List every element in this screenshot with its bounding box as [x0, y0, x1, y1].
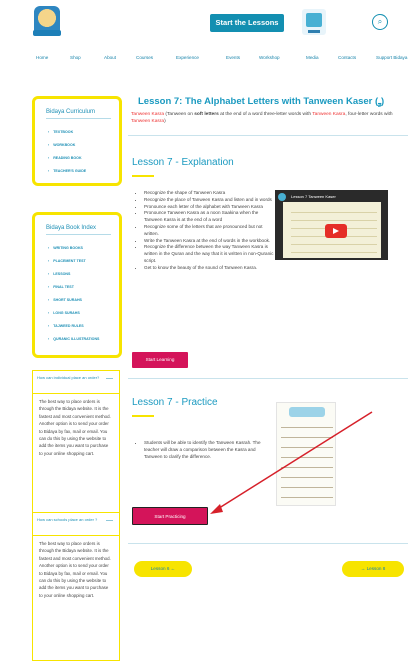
curriculum-item[interactable]: TEACHER'S GUIDE — [48, 165, 119, 178]
start-learning-button[interactable]: Start Learning — [132, 352, 188, 368]
index-item[interactable]: PLACEMENT TEST — [48, 255, 119, 268]
next-lesson-label: Lesson 8 — [366, 566, 386, 571]
channel-avatar — [278, 193, 286, 201]
page-title: Lesson 7: The Alphabet Letters with Tanw… — [138, 96, 385, 107]
faq-question-text: How can individual place an order? — [37, 375, 100, 380]
subtitle-term: Tanween Kasra — [312, 112, 346, 117]
nav-courses[interactable]: Courses — [136, 55, 153, 60]
site-header: Start the Lessons ⌕ Home Shop About Cour… — [0, 0, 414, 68]
start-lessons-button[interactable]: Start the Lessons — [210, 14, 284, 32]
explanation-bullets: Recognize the shape of Tanween Kasra Rec… — [138, 190, 274, 272]
logo-band — [33, 30, 61, 36]
explanation-heading: Lesson 7 - Explanation — [132, 157, 234, 168]
page-subtitle: Tanween Kasra (Tanween on soft letters a… — [131, 111, 407, 125]
practice-worksheet — [276, 402, 336, 506]
index-item[interactable]: TAJWEED RULES — [48, 320, 119, 333]
curriculum-box: Bidaya Curriculum TEXTBOOK WORKBOOK READ… — [32, 96, 122, 186]
nav-workshop[interactable]: Workshop — [259, 55, 280, 60]
subtitle-term: Tanween Kasra — [131, 119, 165, 124]
index-item[interactable]: QURANIC ILLUSTRATIONS — [48, 333, 119, 346]
divider — [128, 378, 408, 379]
video-title: Lesson 7 Tanween Kaser — [291, 194, 336, 199]
book-index-title: Bidaya Book Index — [46, 225, 97, 231]
faq-answer: The best way to place orders is through … — [32, 536, 120, 661]
heading-underline — [132, 175, 154, 177]
play-icon[interactable] — [325, 224, 347, 238]
index-item[interactable]: LONG SURAHS — [48, 307, 119, 320]
next-lesson-button[interactable]: → Lesson 8 — [342, 561, 404, 577]
index-item[interactable]: FINAL TEST — [48, 281, 119, 294]
nav-about[interactable]: About — [104, 55, 116, 60]
subtitle-text: at the end of a word three-letter words … — [218, 112, 313, 117]
practice-bullets: Students will be able to identify the Ta… — [138, 440, 264, 460]
divider — [128, 135, 408, 136]
index-item[interactable]: WRITING BOOKS — [48, 242, 119, 255]
bullet-item: Write the Tanween Kasra at the end of wo… — [144, 238, 274, 245]
bullet-item: Pronounce Tanween Kasra as a noon Saakin… — [144, 210, 274, 224]
start-practicing-button[interactable]: Start Practicing — [132, 507, 208, 525]
index-item[interactable]: SHORT SURAHS — [48, 294, 119, 307]
nav-events[interactable]: Events — [226, 55, 240, 60]
bullet-item: Recognize the shape of Tanween Kasra — [144, 190, 274, 197]
nav-shop[interactable]: Shop — [70, 55, 81, 60]
lesson-video[interactable]: Lesson 7 Tanween Kaser — [275, 190, 388, 260]
nav-experience[interactable]: Experience — [176, 55, 199, 60]
index-item[interactable]: LESSONS — [48, 268, 119, 281]
nav-contacts[interactable]: Contacts — [338, 55, 356, 60]
collapse-icon[interactable]: — — [106, 375, 113, 382]
arrow-left-icon: ← — [170, 566, 176, 571]
video-thumbnail — [283, 202, 381, 258]
bullet-item: Pronounce each letter of the alphabet wi… — [144, 204, 274, 211]
main-nav: Home Shop About Courses Experience Event… — [0, 53, 414, 65]
subtitle-text: , four-letter words with — [345, 112, 393, 117]
cart-icon[interactable] — [302, 9, 326, 35]
curriculum-title: Bidaya Curriculum — [46, 109, 96, 115]
faq-question[interactable]: How can schools place an order ? — — [32, 512, 120, 536]
bullet-item: Recognize the place of Tanween Kasra and… — [144, 197, 274, 204]
subtitle-bold: soft letters — [194, 112, 219, 117]
subtitle-text: ) — [164, 119, 166, 124]
worksheet-header — [289, 407, 325, 417]
subtitle-term: Tanween Kasra — [131, 112, 165, 117]
faq-question-text: How can schools place an order ? — [37, 517, 98, 522]
search-icon[interactable]: ⌕ — [372, 14, 388, 30]
nav-home[interactable]: Home — [36, 55, 48, 60]
curriculum-item[interactable]: READING BOOK — [48, 152, 119, 165]
bullet-item: Get to know the beauty of the sound of T… — [144, 265, 274, 272]
bullet-item: Recognize some of the letters that are p… — [144, 224, 274, 238]
bullet-item: Students will be able to identify the Ta… — [144, 440, 264, 460]
heading-underline — [132, 415, 154, 417]
faq-question[interactable]: How can individual place an order? — — [32, 370, 120, 394]
faq-item: How can schools place an order ? — The b… — [32, 512, 120, 661]
arrow-right-icon: → — [360, 566, 366, 571]
curriculum-item[interactable]: TEXTBOOK — [48, 126, 119, 139]
practice-heading: Lesson 7 - Practice — [132, 397, 218, 408]
nav-media[interactable]: Media — [306, 55, 319, 60]
faq-answer: The best way to place orders is through … — [32, 394, 120, 528]
prev-lesson-label: Lesson 6 — [150, 566, 170, 571]
curriculum-item[interactable]: WORKBOOK — [48, 139, 119, 152]
collapse-icon[interactable]: — — [106, 517, 113, 524]
subtitle-text: (Tanween on — [164, 112, 195, 117]
bullet-item: Recognize the difference between the way… — [144, 244, 274, 264]
faq-item: How can individual place an order? — The… — [32, 370, 120, 528]
prev-lesson-button[interactable]: Lesson 6 ← — [134, 561, 192, 577]
book-index-box: Bidaya Book Index WRITING BOOKS PLACEMEN… — [32, 212, 122, 358]
nav-support[interactable]: Support Bidaya — [376, 55, 407, 60]
divider — [128, 543, 408, 544]
